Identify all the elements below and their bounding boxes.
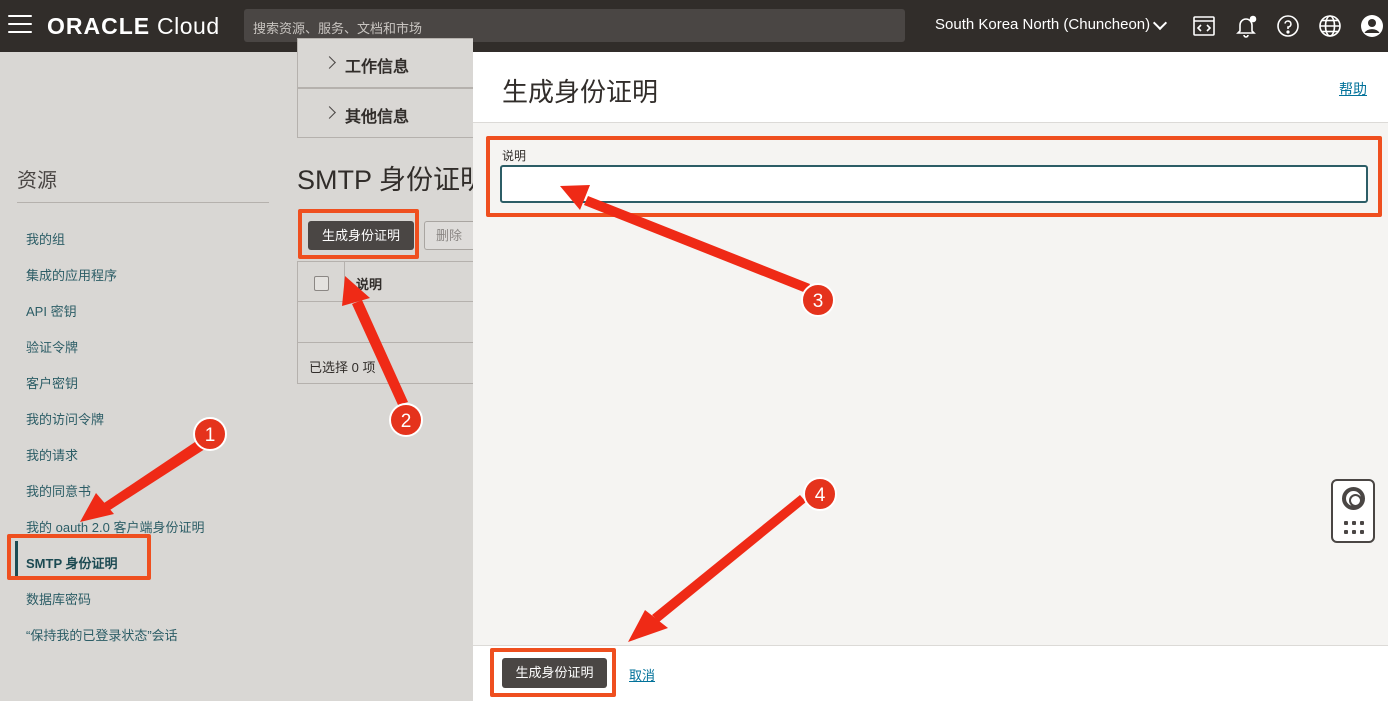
arrow-3-head xyxy=(560,185,590,210)
arrow-2-shaft xyxy=(352,300,408,405)
annotation-arrows xyxy=(80,185,810,642)
arrow-1-shaft xyxy=(104,440,208,510)
annotation-badge-2: 2 xyxy=(389,403,423,437)
arrow-3-shaft xyxy=(584,196,810,293)
annotation-badge-1: 1 xyxy=(193,417,227,451)
annotation-badge-4: 4 xyxy=(803,477,837,511)
arrow-2-head xyxy=(342,276,370,306)
annotation-badge-3: 3 xyxy=(801,283,835,317)
arrow-4-shaft xyxy=(652,495,806,622)
